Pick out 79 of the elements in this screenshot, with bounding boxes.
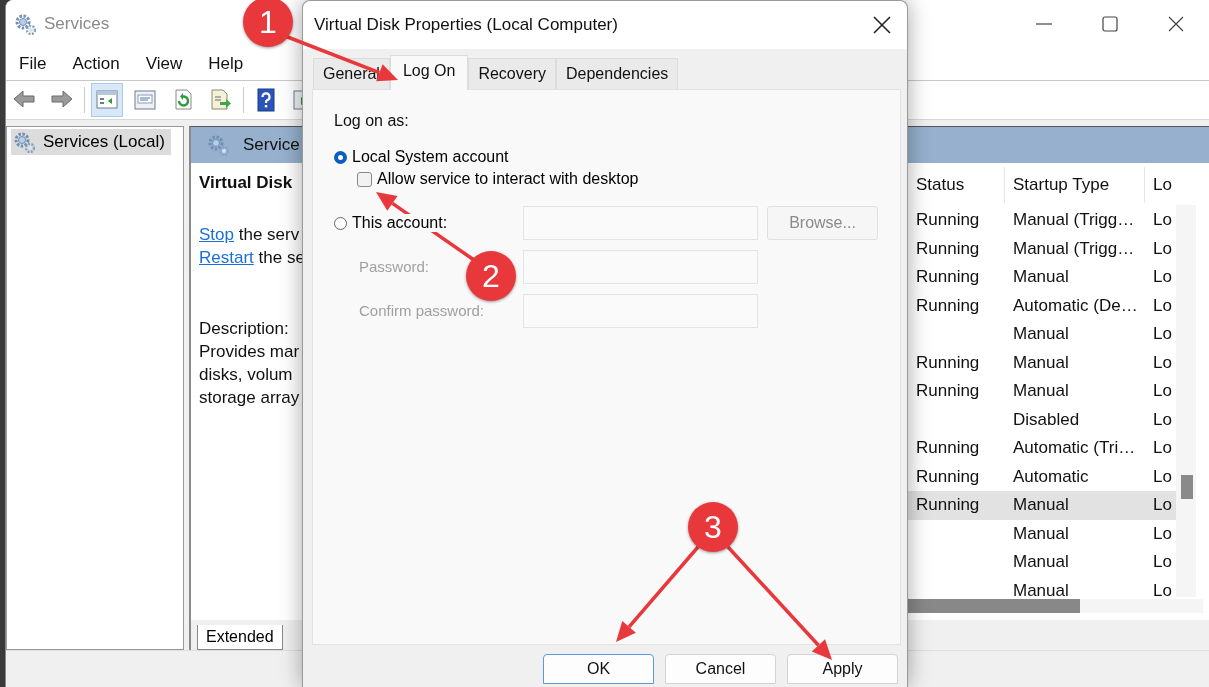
action-text: Stop the serv — [199, 224, 301, 246]
gear-icon — [13, 131, 35, 153]
help-icon[interactable] — [254, 88, 278, 112]
table-cell-text: Manual — [1012, 552, 1070, 573]
close-icon[interactable] — [1168, 16, 1184, 32]
scrollbar[interactable] — [908, 599, 1203, 613]
table-cell-text: Manual (Trigg… — [1012, 210, 1136, 231]
gear-icon — [14, 13, 36, 35]
menu-item[interactable]: View — [132, 54, 196, 74]
tab[interactable]: Log On — [389, 55, 469, 90]
table-cell-text: Lo — [1152, 552, 1173, 573]
table-cell-text: Lo — [1152, 238, 1173, 259]
table-cell-text: Lo — [1152, 466, 1173, 487]
section-label: Log on as: — [334, 112, 410, 130]
table-cell-text: Automatic (Tri… — [1012, 438, 1137, 459]
menu-item[interactable]: Action — [59, 54, 133, 74]
table-cell-text: Automatic (De… — [1012, 295, 1139, 316]
scrollbar[interactable] — [1176, 205, 1196, 597]
table-cell-text: Disabled — [1012, 409, 1081, 430]
dialog-button[interactable]: Cancel — [665, 654, 776, 684]
scroll-thumb[interactable] — [908, 599, 1080, 613]
column-header[interactable]: Startup Type — [1005, 167, 1145, 203]
table-cell-text: Manual — [1012, 352, 1070, 373]
table-cell-text: Lo — [1152, 295, 1173, 316]
dialog-button[interactable]: OK — [543, 654, 654, 684]
description-label: Description: — [199, 318, 290, 340]
table-cell-text: Manual (Trigg… — [1012, 238, 1136, 259]
table-cell-text: Lo — [1152, 267, 1173, 288]
action-link[interactable]: Restart — [199, 248, 254, 267]
table-cell-text: Lo — [1152, 580, 1173, 601]
dialog-title: Virtual Disk Properties (Local Computer) — [314, 15, 618, 35]
table-cell-text: Lo — [1152, 324, 1173, 345]
table-cell-text: Running — [915, 438, 981, 459]
tree-item[interactable]: Services (Local) — [11, 129, 171, 155]
pane-title: Service — [243, 135, 300, 155]
checkbox-option[interactable]: Allow service to interact with desktop — [334, 170, 878, 188]
table-cell-text: Manual — [1012, 495, 1070, 516]
field-label: Confirm password: — [359, 302, 485, 319]
table-cell-text: Lo — [1152, 523, 1173, 544]
properties-icon[interactable] — [133, 88, 157, 112]
description-text: Provides mar disks, volum storage array — [199, 341, 301, 409]
column-header[interactable]: Lo — [1145, 167, 1176, 203]
table-cell-text: Lo — [1152, 352, 1173, 373]
table-cell-text: Running — [915, 238, 981, 259]
service-name: Virtual Disk — [199, 173, 294, 193]
table-cell-text: Running — [915, 495, 981, 516]
table-cell-text: Automatic — [1012, 466, 1090, 487]
maximize-icon[interactable] — [1102, 16, 1118, 32]
table-cell-text: Manual — [1012, 324, 1070, 345]
menu-item[interactable]: File — [6, 54, 60, 74]
tab[interactable]: Recovery — [468, 58, 556, 89]
close-icon[interactable] — [873, 16, 891, 34]
field-label: Password: — [359, 258, 430, 275]
menu-item[interactable]: Help — [195, 54, 257, 74]
table-cell-text: Lo — [1152, 438, 1173, 459]
table-cell-text: Lo — [1152, 381, 1173, 402]
action-link[interactable]: Stop — [199, 225, 234, 244]
window-title: Services — [44, 14, 110, 34]
table-cell-text: Lo — [1152, 495, 1173, 516]
export-icon[interactable] — [209, 88, 233, 112]
table-cell-text: Running — [915, 466, 981, 487]
table-cell-text: Running — [915, 267, 981, 288]
scroll-thumb[interactable] — [1181, 475, 1193, 499]
table-cell-text: Running — [915, 295, 981, 316]
table-cell-text: Running — [915, 210, 981, 231]
table-cell-text: Lo — [1152, 409, 1173, 430]
dialog-button[interactable]: Apply — [787, 654, 898, 684]
table-cell-text: Manual — [1012, 381, 1070, 402]
tab[interactable]: Extended — [197, 625, 283, 650]
panel-icon[interactable] — [95, 88, 119, 112]
table-cell-text: Lo — [1152, 210, 1173, 231]
table-cell-text: Manual — [1012, 267, 1070, 288]
gear-icon — [207, 134, 229, 156]
table-cell-text: Manual — [1012, 523, 1070, 544]
table-cell-text: Manual — [1012, 580, 1070, 601]
selected-row[interactable]: Running Manual Lo — [908, 491, 1176, 520]
tab[interactable]: Dependencies — [556, 58, 679, 89]
table-cell-text: Running — [915, 381, 981, 402]
table-cell-text: Running — [915, 352, 981, 373]
